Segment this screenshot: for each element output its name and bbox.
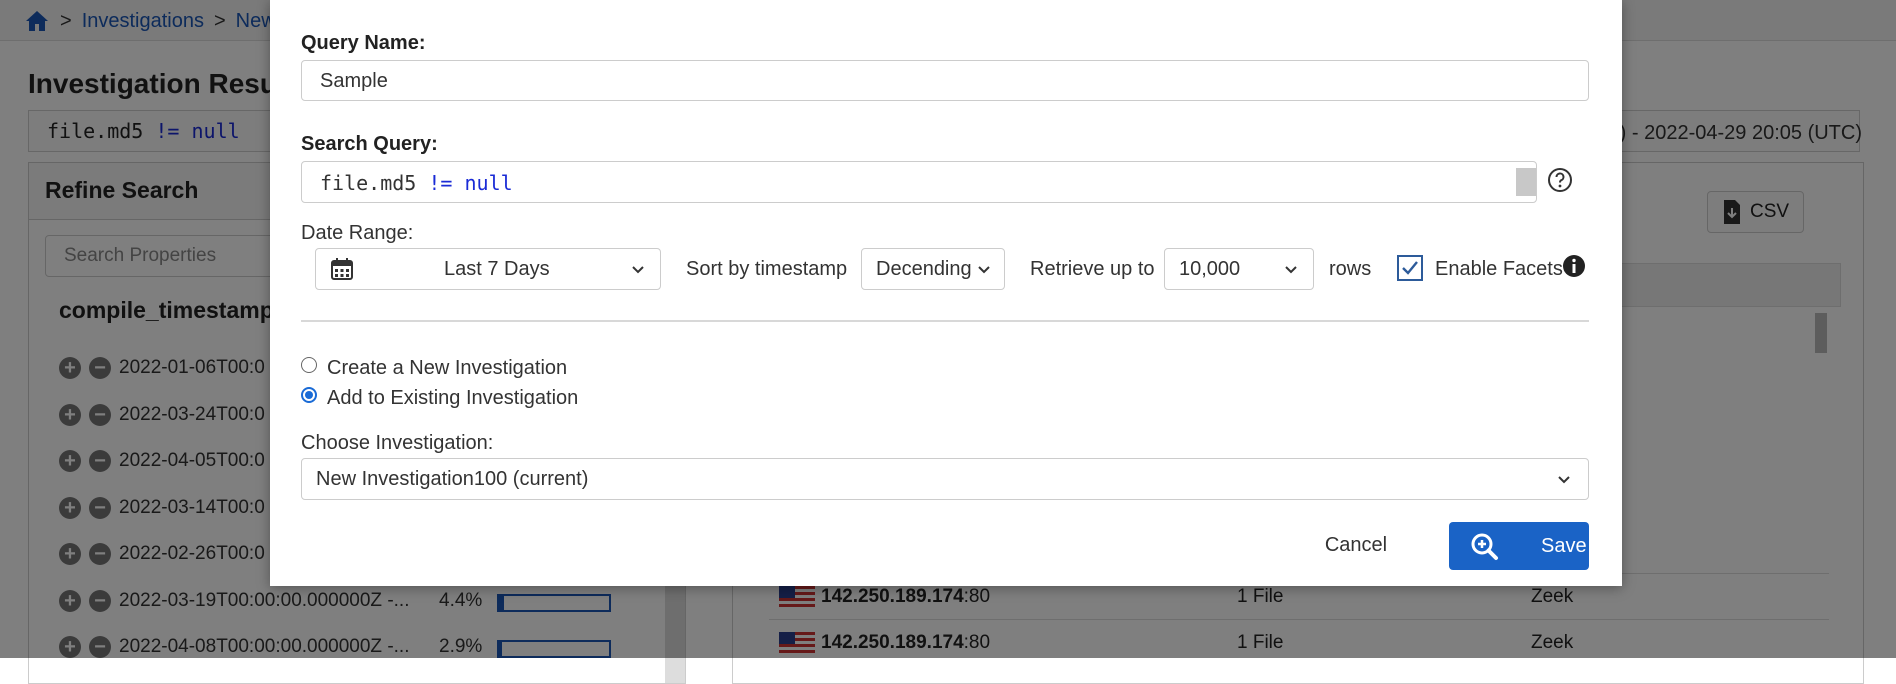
- zoom-in-icon: [1471, 533, 1498, 560]
- search-query-text: file.md5 != null: [320, 171, 513, 195]
- retrieve-label: Retrieve up to: [1030, 258, 1155, 280]
- enable-facets-label: Enable Facets: [1435, 258, 1563, 280]
- query-name-value: Sample: [320, 70, 388, 92]
- checkmark-icon: [1402, 261, 1418, 275]
- choose-investigation-select[interactable]: New Investigation100 (current): [301, 458, 1589, 500]
- cancel-button[interactable]: Cancel: [1316, 522, 1396, 568]
- create-new-label[interactable]: Create a New Investigation: [327, 357, 567, 380]
- sort-label: Sort by timestamp: [686, 258, 848, 280]
- chevron-down-icon: [632, 266, 644, 274]
- rows-label: rows: [1329, 258, 1372, 280]
- date-range-select[interactable]: Last 7 Days: [315, 248, 661, 290]
- chevron-down-icon: [978, 266, 990, 274]
- retrieve-limit-select[interactable]: 10,000: [1164, 248, 1314, 290]
- choose-investigation-label: Choose Investigation:: [301, 432, 494, 454]
- info-icon[interactable]: [1562, 254, 1586, 278]
- choose-investigation-value: New Investigation100 (current): [316, 468, 589, 490]
- calendar-icon: [331, 258, 353, 280]
- search-query-label: Search Query:: [301, 133, 438, 155]
- date-range-label: Date Range:: [301, 222, 414, 244]
- query-name-input[interactable]: Sample: [301, 60, 1589, 101]
- create-new-radio[interactable]: [301, 357, 317, 373]
- retrieve-limit-value: 10,000: [1179, 258, 1241, 280]
- chevron-down-icon: [1558, 476, 1570, 484]
- sort-order-value: Decending: [876, 258, 972, 280]
- modal-divider: [301, 320, 1589, 322]
- search-query-scrollbar[interactable]: [1516, 168, 1536, 196]
- chevron-down-icon: [1285, 266, 1297, 274]
- add-existing-label[interactable]: Add to Existing Investigation: [327, 387, 578, 410]
- enable-facets-checkbox[interactable]: [1397, 255, 1423, 281]
- search-query-input[interactable]: file.md5 != null: [301, 161, 1537, 203]
- sort-order-select[interactable]: Decending: [861, 248, 1005, 290]
- add-existing-radio[interactable]: [301, 387, 317, 403]
- query-name-label: Query Name:: [301, 32, 426, 54]
- save-button[interactable]: Save: [1449, 522, 1589, 570]
- help-icon[interactable]: [1546, 166, 1574, 194]
- date-range-value: Last 7 Days: [444, 258, 550, 280]
- save-label: Save: [1541, 535, 1587, 557]
